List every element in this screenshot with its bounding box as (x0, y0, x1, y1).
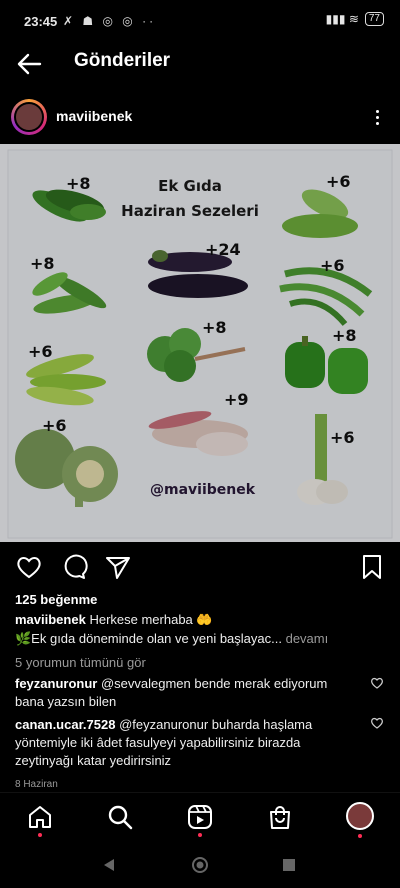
status-notification-icons: ✗ ☗ ◎ ◎ ·· (63, 14, 157, 28)
reels-icon (188, 805, 212, 829)
nav-profile-dot (358, 834, 362, 838)
caption-more-link[interactable]: devamı (286, 631, 329, 646)
shop-icon (270, 806, 290, 829)
count-eggplant: +24 (205, 240, 241, 259)
more-options-button[interactable] (368, 105, 386, 129)
view-all-comments-link[interactable]: 5 yorumun tümünü gör (15, 655, 146, 670)
count-spring-onion: +6 (330, 428, 355, 447)
caption-username[interactable]: maviibenek (15, 612, 86, 627)
comment-button[interactable] (60, 553, 88, 581)
like-button[interactable] (15, 553, 43, 581)
count-cucumber: +8 (66, 174, 91, 193)
status-time: 23:45 (24, 14, 58, 29)
comment-icon (64, 554, 88, 579)
search-icon (108, 805, 133, 830)
image-title-line2: Haziran Sezeleri (121, 202, 259, 220)
android-back-icon[interactable] (101, 857, 117, 873)
post-username[interactable]: maviibenek (56, 108, 132, 124)
back-arrow-icon (17, 53, 42, 75)
post-image[interactable]: Ek Gıda Haziran Sezeleri +8 +6 +8 +24 +6… (0, 144, 400, 542)
comment-username[interactable]: feyzanuronur (15, 676, 97, 691)
nav-home[interactable] (26, 803, 54, 837)
page-title: Gönderiler (74, 50, 171, 71)
battery-icon: 77 (364, 12, 384, 26)
count-bell-pepper: +8 (332, 326, 357, 345)
heart-icon (371, 677, 383, 689)
caption-line1: maviibenek Herkese merhaba 🤲 (15, 612, 213, 628)
image-title-line1: Ek Gıda (158, 177, 222, 195)
comment-item: canan.ucar.7528 @feyzanuronur buharda ha… (15, 716, 355, 770)
save-button[interactable] (358, 553, 386, 581)
share-button[interactable] (104, 553, 132, 581)
post-date: 8 Haziran (15, 779, 58, 790)
image-title: Ek Gıda Haziran Sezeleri (100, 174, 280, 224)
android-recents-icon[interactable] (282, 858, 296, 872)
status-right-group: ▮▮▮ ≋ 77 (326, 12, 384, 26)
caption-line2: 🌿Ek gıda döneminde olan ve yeni başlayac… (15, 631, 328, 647)
android-nav-bar (0, 844, 400, 888)
home-icon (29, 806, 51, 828)
heart-icon (371, 717, 383, 729)
count-green-beans: +6 (320, 256, 345, 275)
caption-text: Herkese merhaba 🤲 (89, 612, 213, 627)
status-bar: 23:45 ✗ ☗ ◎ ◎ ·· ▮▮▮ ≋ 77 (0, 0, 400, 40)
comment-username[interactable]: canan.ucar.7528 (15, 717, 115, 732)
nav-profile-avatar[interactable] (346, 802, 374, 830)
back-button[interactable] (14, 48, 46, 80)
avatar[interactable] (11, 99, 47, 135)
count-peppers: +6 (28, 342, 53, 361)
count-beans: +9 (224, 390, 249, 409)
likes-count[interactable]: 125 beğenme (15, 592, 97, 607)
android-home-icon[interactable] (191, 856, 209, 874)
heart-icon (17, 557, 41, 579)
count-artichoke: +6 (42, 416, 67, 435)
send-icon (106, 557, 130, 579)
count-parsley: +8 (202, 318, 227, 337)
nav-search[interactable] (106, 803, 134, 831)
comment-like-button[interactable] (370, 716, 384, 730)
count-zucchini: +6 (326, 172, 351, 191)
nav-reels[interactable] (186, 803, 214, 837)
signal-icon: ▮▮▮ ≋ (325, 12, 359, 26)
bookmark-icon (363, 555, 381, 579)
image-watermark: @maviibenek (150, 482, 256, 498)
caption-preview: 🌿Ek gıda döneminde olan ve yeni başlayac… (15, 631, 282, 646)
count-peas: +8 (30, 254, 55, 273)
comment-item: feyzanuronur @sevvalegmen bende merak ed… (15, 675, 355, 711)
comment-like-button[interactable] (370, 676, 384, 690)
nav-shop[interactable] (266, 803, 294, 831)
